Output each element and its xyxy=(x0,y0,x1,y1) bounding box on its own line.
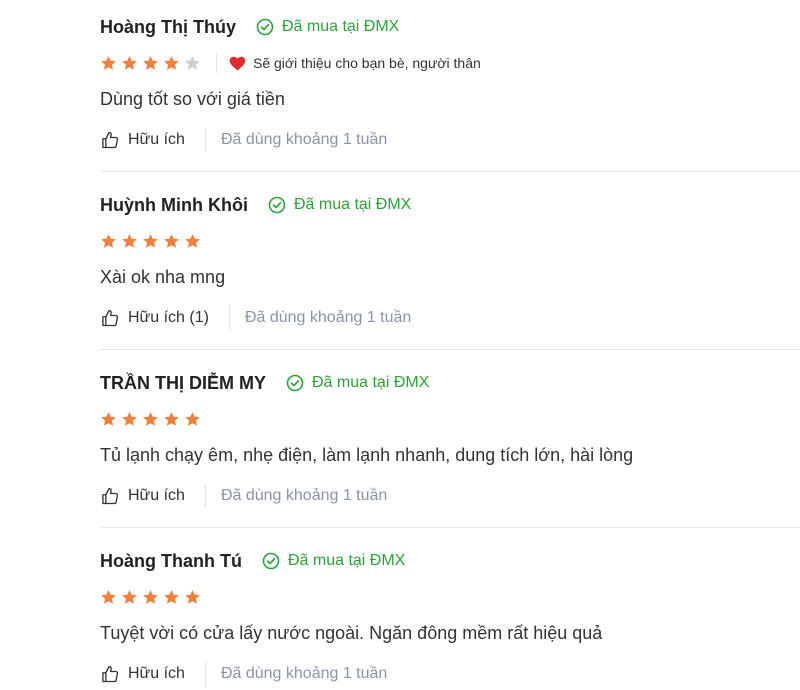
star-filled-icon xyxy=(122,55,137,70)
review-actions: Hữu ích (1) Đã dùng khoảng 1 tuần xyxy=(100,305,411,331)
rating-row xyxy=(100,410,205,428)
verified-label: Đã mua tại ĐMX xyxy=(281,18,400,35)
review-content: Dùng tốt so với giá tiền xyxy=(100,89,285,109)
helpful-button[interactable]: Hữu ích xyxy=(100,130,185,150)
star-filled-icon xyxy=(101,55,116,70)
helpful-label: Hữu ích xyxy=(128,131,185,148)
thumbs-up-icon xyxy=(102,487,119,505)
review-actions: Hữu ích Đã dùng khoảng 1 tuần xyxy=(100,127,387,153)
star-filled-icon xyxy=(143,55,158,70)
helpful-button[interactable]: Hữu ích xyxy=(100,486,185,506)
star-filled-icon xyxy=(143,411,158,426)
review-divider xyxy=(100,527,800,528)
thumbs-up-icon xyxy=(102,309,119,327)
reviewer-name: Huỳnh Minh Khôi xyxy=(100,194,248,215)
action-separator xyxy=(204,662,206,686)
reviewer-name: Hoàng Thị Thúy xyxy=(100,16,236,37)
star-rating xyxy=(100,589,205,606)
star-empty-icon xyxy=(185,55,200,70)
helpful-label: Hữu ích (1) xyxy=(128,309,209,326)
reviewer-name: Hoàng Thanh Tú xyxy=(100,550,242,571)
usage-duration: Đã dùng khoảng 1 tuần xyxy=(244,309,412,326)
thumbs-up-icon xyxy=(102,131,119,149)
star-filled-icon xyxy=(185,233,200,248)
review-item: Huỳnh Minh Khôi Đã mua tại ĐMX Xài ok nh… xyxy=(0,178,800,356)
star-filled-icon xyxy=(164,55,179,70)
reviewer-name: TRẦN THỊ DIỄM MY xyxy=(100,372,266,393)
helpful-label: Hữu ích xyxy=(128,665,185,682)
reviewer-header: TRẦN THỊ DIỄM MY Đã mua tại ĐMX xyxy=(100,372,429,394)
verified-label: Đã mua tại ĐMX xyxy=(287,552,406,569)
star-filled-icon xyxy=(122,233,137,248)
recommend-badge: Sẽ giới thiệu cho bạn bè, người thân xyxy=(229,55,481,71)
usage-duration: Đã dùng khoảng 1 tuần xyxy=(220,487,388,504)
review-content: Xài ok nha mng xyxy=(100,267,226,287)
rating-separator xyxy=(216,53,217,73)
action-separator xyxy=(204,484,206,508)
star-filled-icon xyxy=(185,589,200,604)
usage-duration: Đã dùng khoảng 1 tuần xyxy=(220,665,388,682)
star-filled-icon xyxy=(164,411,179,426)
thumbs-up-icon xyxy=(102,665,119,683)
check-circle-icon xyxy=(256,18,274,36)
star-filled-icon xyxy=(143,233,158,248)
check-circle-icon xyxy=(262,552,280,570)
review-item: Hoàng Thanh Tú Đã mua tại ĐMX Tuyệt vời … xyxy=(0,534,800,690)
helpful-button[interactable]: Hữu ích (1) xyxy=(100,308,209,328)
rating-row xyxy=(100,232,205,250)
verified-badge: Đã mua tại ĐMX xyxy=(262,552,405,570)
helpful-label: Hữu ích xyxy=(128,487,185,504)
review-item: Hoàng Thị Thúy Đã mua tại ĐMX Sẽ giới th… xyxy=(0,0,800,178)
review-actions: Hữu ích Đã dùng khoảng 1 tuần xyxy=(100,483,387,509)
star-filled-icon xyxy=(185,411,200,426)
action-separator xyxy=(228,306,230,330)
review-actions: Hữu ích Đã dùng khoảng 1 tuần xyxy=(100,661,387,687)
review-content: Tuyệt vời có cửa lấy nước ngoài. Ngăn đô… xyxy=(100,623,603,643)
star-filled-icon xyxy=(101,589,116,604)
rating-row: Sẽ giới thiệu cho bạn bè, người thân xyxy=(100,53,481,73)
star-rating xyxy=(100,411,205,428)
star-rating xyxy=(100,233,205,250)
reviewer-header: Hoàng Thị Thúy Đã mua tại ĐMX xyxy=(100,16,399,38)
verified-badge: Đã mua tại ĐMX xyxy=(286,374,429,392)
action-separator xyxy=(204,128,206,152)
rating-row xyxy=(100,588,205,606)
review-divider xyxy=(100,349,800,350)
check-circle-icon xyxy=(268,196,286,214)
star-filled-icon xyxy=(101,411,116,426)
recommend-label: Sẽ giới thiệu cho bạn bè, người thân xyxy=(253,55,481,71)
heart-icon xyxy=(229,56,246,71)
reviewer-header: Hoàng Thanh Tú Đã mua tại ĐMX xyxy=(100,550,405,572)
verified-label: Đã mua tại ĐMX xyxy=(293,196,412,213)
star-rating xyxy=(100,55,205,72)
review-divider xyxy=(100,171,800,172)
review-item: TRẦN THỊ DIỄM MY Đã mua tại ĐMX Tủ lạnh … xyxy=(0,356,800,534)
usage-duration: Đã dùng khoảng 1 tuần xyxy=(220,131,388,148)
reviewer-header: Huỳnh Minh Khôi Đã mua tại ĐMX xyxy=(100,194,411,216)
star-filled-icon xyxy=(122,589,137,604)
verified-badge: Đã mua tại ĐMX xyxy=(268,196,411,214)
star-filled-icon xyxy=(164,589,179,604)
star-filled-icon xyxy=(143,589,158,604)
helpful-button[interactable]: Hữu ích xyxy=(100,664,185,684)
star-filled-icon xyxy=(164,233,179,248)
review-list: Hoàng Thị Thúy Đã mua tại ĐMX Sẽ giới th… xyxy=(0,0,800,690)
check-circle-icon xyxy=(286,374,304,392)
verified-badge: Đã mua tại ĐMX xyxy=(256,18,399,36)
verified-label: Đã mua tại ĐMX xyxy=(312,374,430,391)
star-filled-icon xyxy=(101,233,116,248)
star-filled-icon xyxy=(122,411,137,426)
review-content: Tủ lạnh chạy êm, nhẹ điện, làm lạnh nhan… xyxy=(100,445,634,465)
